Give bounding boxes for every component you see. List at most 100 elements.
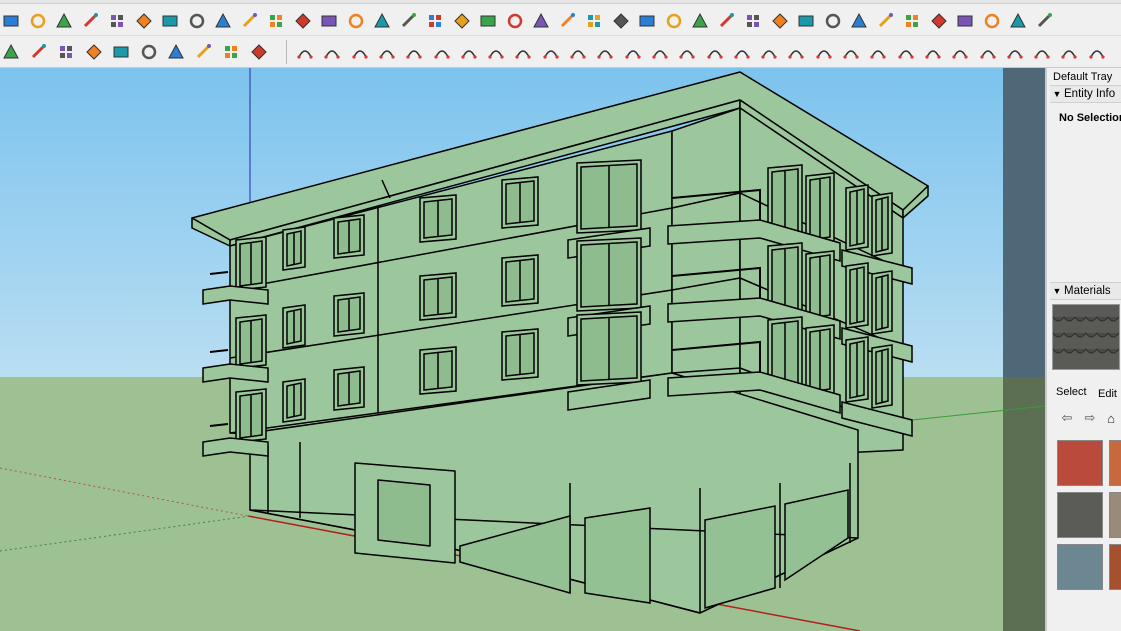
mail-icon[interactable] bbox=[220, 41, 242, 63]
3d-viewport[interactable] bbox=[0, 68, 1045, 631]
view-left-icon[interactable] bbox=[1034, 10, 1056, 32]
collapse-arrow-icon[interactable]: ▼ bbox=[1050, 89, 1064, 99]
lasso-icon[interactable] bbox=[403, 41, 425, 63]
sun-icon[interactable] bbox=[110, 41, 132, 63]
loft-icon[interactable] bbox=[485, 41, 507, 63]
subtract-icon[interactable] bbox=[742, 10, 764, 32]
camera-icon[interactable] bbox=[954, 10, 976, 32]
split-icon[interactable] bbox=[795, 10, 817, 32]
circle-dashed-icon[interactable] bbox=[928, 10, 950, 32]
pen-icon[interactable] bbox=[1031, 41, 1053, 63]
curve-icon[interactable] bbox=[321, 41, 343, 63]
arrow-diag-icon[interactable] bbox=[376, 41, 398, 63]
offset-icon[interactable] bbox=[133, 10, 155, 32]
swatch-stone-blue-gray[interactable] bbox=[1057, 544, 1103, 590]
scale-icon[interactable] bbox=[451, 10, 473, 32]
globe-grid-icon[interactable] bbox=[785, 41, 807, 63]
scatter-icon[interactable] bbox=[901, 10, 923, 32]
stairs2-icon[interactable] bbox=[949, 41, 971, 63]
layers-icon[interactable] bbox=[28, 41, 50, 63]
ramp-icon[interactable] bbox=[895, 41, 917, 63]
angle-icon[interactable] bbox=[567, 41, 589, 63]
tree-icon[interactable] bbox=[83, 41, 105, 63]
collapse-arrow-icon[interactable]: ▼ bbox=[1050, 286, 1064, 296]
flip-icon[interactable] bbox=[530, 10, 552, 32]
tab-select[interactable]: Select bbox=[1056, 386, 1087, 398]
cube-icon[interactable] bbox=[583, 10, 605, 32]
wall-icon[interactable] bbox=[840, 41, 862, 63]
curl-icon[interactable] bbox=[458, 41, 480, 63]
cross-icon[interactable] bbox=[398, 10, 420, 32]
view-front-icon[interactable] bbox=[981, 10, 1003, 32]
section-icon[interactable] bbox=[848, 10, 870, 32]
sync-icon[interactable] bbox=[557, 10, 579, 32]
refresh-icon[interactable] bbox=[0, 41, 22, 63]
undo-red-icon[interactable] bbox=[610, 10, 632, 32]
roof-icon[interactable] bbox=[867, 41, 889, 63]
entity-info-status: No Selection bbox=[1059, 112, 1121, 124]
follow-me-icon[interactable] bbox=[106, 10, 128, 32]
union-icon[interactable] bbox=[716, 10, 738, 32]
slope-icon[interactable] bbox=[622, 41, 644, 63]
eraser-icon[interactable] bbox=[27, 10, 49, 32]
stairs-icon[interactable] bbox=[704, 41, 726, 63]
component-icon[interactable] bbox=[663, 10, 685, 32]
balcony-left-2 bbox=[202, 437, 269, 457]
home-icon[interactable]: ⌂ bbox=[1103, 410, 1119, 426]
building-model[interactable] bbox=[0, 68, 1045, 631]
entity-info-header[interactable]: ▼ Entity Info bbox=[1050, 85, 1121, 103]
globe-icon[interactable] bbox=[512, 41, 534, 63]
cloud-upload-icon[interactable] bbox=[165, 41, 187, 63]
line-icon[interactable] bbox=[265, 10, 287, 32]
angle-red-icon[interactable] bbox=[594, 41, 616, 63]
add-circle-icon[interactable] bbox=[55, 41, 77, 63]
shape-icon[interactable] bbox=[431, 41, 453, 63]
fan-icon[interactable] bbox=[922, 41, 944, 63]
tab-edit[interactable]: Edit bbox=[1098, 388, 1117, 400]
push-pull-icon[interactable] bbox=[80, 10, 102, 32]
spray-icon[interactable] bbox=[349, 41, 371, 63]
info-icon[interactable] bbox=[248, 41, 270, 63]
freehand-icon[interactable] bbox=[318, 10, 340, 32]
swatch-roof-shingles-dark[interactable] bbox=[1057, 492, 1103, 538]
move-icon[interactable] bbox=[424, 10, 446, 32]
trim-icon[interactable] bbox=[769, 10, 791, 32]
bar-icon[interactable] bbox=[1004, 41, 1026, 63]
group-icon[interactable] bbox=[636, 10, 658, 32]
forward-arrow-icon[interactable]: ⇨ bbox=[1082, 410, 1098, 426]
solid-tools-icon[interactable] bbox=[689, 10, 711, 32]
table-icon[interactable] bbox=[186, 10, 208, 32]
shelf-icon[interactable] bbox=[1058, 41, 1080, 63]
grid-icon[interactable] bbox=[822, 10, 844, 32]
gear-icon[interactable] bbox=[193, 41, 215, 63]
link-icon[interactable] bbox=[239, 10, 261, 32]
toolbar-separator bbox=[286, 40, 287, 64]
rotate-icon[interactable] bbox=[504, 10, 526, 32]
fence-icon[interactable] bbox=[758, 41, 780, 63]
back-arrow-icon[interactable]: ⇦ bbox=[1059, 410, 1075, 426]
box-icon[interactable] bbox=[159, 10, 181, 32]
plus-green-icon[interactable] bbox=[371, 10, 393, 32]
paint-bucket-icon[interactable] bbox=[0, 10, 22, 32]
bend-icon[interactable] bbox=[649, 41, 671, 63]
arc-icon[interactable] bbox=[292, 10, 314, 32]
orange-grid-icon[interactable] bbox=[875, 10, 897, 32]
tile-icon[interactable] bbox=[1086, 41, 1108, 63]
checker-icon[interactable] bbox=[138, 41, 160, 63]
bezier-icon[interactable] bbox=[294, 41, 316, 63]
warning-icon[interactable] bbox=[477, 10, 499, 32]
materials-header[interactable]: ▼ Materials bbox=[1050, 282, 1121, 300]
swatch-roof-tiles-orange[interactable] bbox=[1109, 440, 1121, 486]
house-icon[interactable] bbox=[676, 41, 698, 63]
view-back-icon[interactable] bbox=[1007, 10, 1029, 32]
arc-tool-icon[interactable] bbox=[540, 41, 562, 63]
swatch-roof-shingles-tan[interactable] bbox=[1109, 492, 1121, 538]
railing-icon[interactable] bbox=[977, 41, 999, 63]
flag-icon[interactable] bbox=[212, 10, 234, 32]
columns-icon[interactable] bbox=[731, 41, 753, 63]
swatch-roof-tiles-red[interactable] bbox=[1057, 440, 1103, 486]
plus-red-icon[interactable] bbox=[345, 10, 367, 32]
leaf-icon[interactable] bbox=[813, 41, 835, 63]
tape-icon[interactable] bbox=[53, 10, 75, 32]
swatch-stone-rust[interactable] bbox=[1109, 544, 1121, 590]
